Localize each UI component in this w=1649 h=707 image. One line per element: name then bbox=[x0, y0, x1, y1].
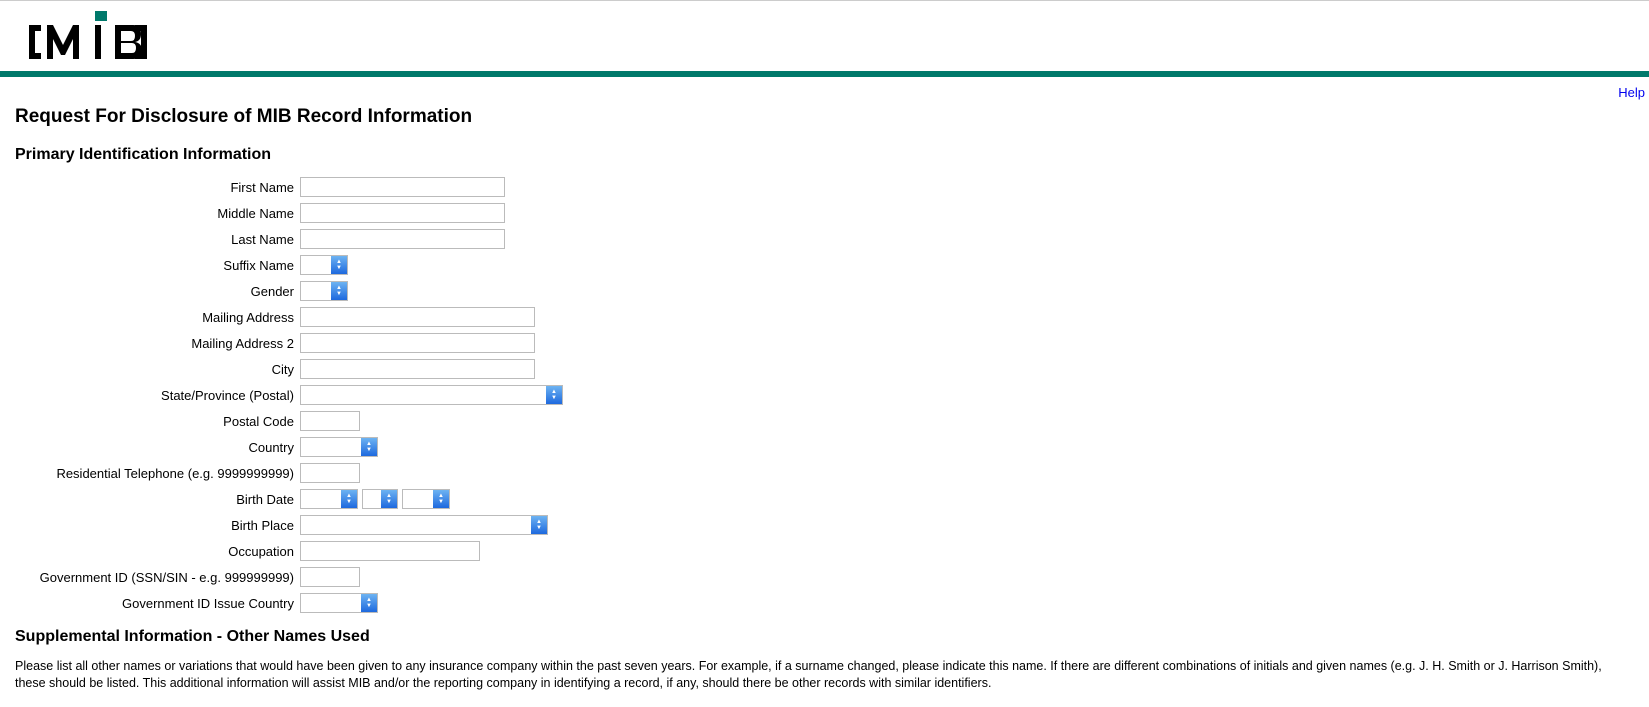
country-label: Country bbox=[15, 440, 300, 455]
chevron-updown-icon bbox=[341, 490, 357, 508]
birth-place-select[interactable] bbox=[300, 515, 548, 535]
occupation-input[interactable] bbox=[300, 541, 480, 561]
main-content: Request For Disclosure of MIB Record Inf… bbox=[0, 106, 1649, 707]
last-name-label: Last Name bbox=[15, 232, 300, 247]
gender-select[interactable] bbox=[300, 281, 348, 301]
section-supplemental-title: Supplemental Information - Other Names U… bbox=[15, 628, 1634, 646]
chevron-updown-icon bbox=[331, 256, 347, 274]
help-link[interactable]: Help bbox=[1618, 85, 1645, 100]
suffix-select[interactable] bbox=[300, 255, 348, 275]
birth-date-label: Birth Date bbox=[15, 492, 300, 507]
supplemental-instructions: Please list all other names or variation… bbox=[15, 658, 1634, 692]
middle-name-label: Middle Name bbox=[15, 206, 300, 221]
page-title: Request For Disclosure of MIB Record Inf… bbox=[15, 106, 1634, 128]
mailing-address2-label: Mailing Address 2 bbox=[15, 336, 300, 351]
chevron-updown-icon bbox=[331, 282, 347, 300]
gov-id-country-label: Government ID Issue Country bbox=[15, 596, 300, 611]
chevron-updown-icon bbox=[433, 490, 449, 508]
first-name-label: First Name bbox=[15, 180, 300, 195]
birth-month-select[interactable] bbox=[300, 489, 358, 509]
chevron-updown-icon bbox=[546, 386, 562, 404]
city-label: City bbox=[15, 362, 300, 377]
city-input[interactable] bbox=[300, 359, 535, 379]
state-label: State/Province (Postal) bbox=[15, 388, 300, 403]
chevron-updown-icon bbox=[361, 438, 377, 456]
header bbox=[0, 1, 1649, 71]
gov-id-label: Government ID (SSN/SIN - e.g. 999999999) bbox=[15, 570, 300, 585]
gender-label: Gender bbox=[15, 284, 300, 299]
mailing-address-label: Mailing Address bbox=[15, 310, 300, 325]
suffix-label: Suffix Name bbox=[15, 258, 300, 273]
mib-logo bbox=[15, 11, 150, 63]
birth-year-select[interactable] bbox=[402, 489, 450, 509]
state-select[interactable] bbox=[300, 385, 563, 405]
help-row: Help bbox=[0, 77, 1649, 100]
occupation-label: Occupation bbox=[15, 544, 300, 559]
chevron-updown-icon bbox=[531, 516, 547, 534]
birth-place-label: Birth Place bbox=[15, 518, 300, 533]
gov-id-input[interactable] bbox=[300, 567, 360, 587]
chevron-updown-icon bbox=[361, 594, 377, 612]
first-name-input[interactable] bbox=[300, 177, 505, 197]
country-select[interactable] bbox=[300, 437, 378, 457]
residential-phone-input[interactable] bbox=[300, 463, 360, 483]
mailing-address2-input[interactable] bbox=[300, 333, 535, 353]
residential-phone-label: Residential Telephone (e.g. 9999999999) bbox=[15, 466, 300, 481]
postal-code-input[interactable] bbox=[300, 411, 360, 431]
mailing-address-input[interactable] bbox=[300, 307, 535, 327]
chevron-updown-icon bbox=[381, 490, 397, 508]
postal-code-label: Postal Code bbox=[15, 414, 300, 429]
gov-id-country-select[interactable] bbox=[300, 593, 378, 613]
birth-day-select[interactable] bbox=[362, 489, 398, 509]
section-primary-id-title: Primary Identification Information bbox=[15, 146, 1634, 164]
middle-name-input[interactable] bbox=[300, 203, 505, 223]
last-name-input[interactable] bbox=[300, 229, 505, 249]
